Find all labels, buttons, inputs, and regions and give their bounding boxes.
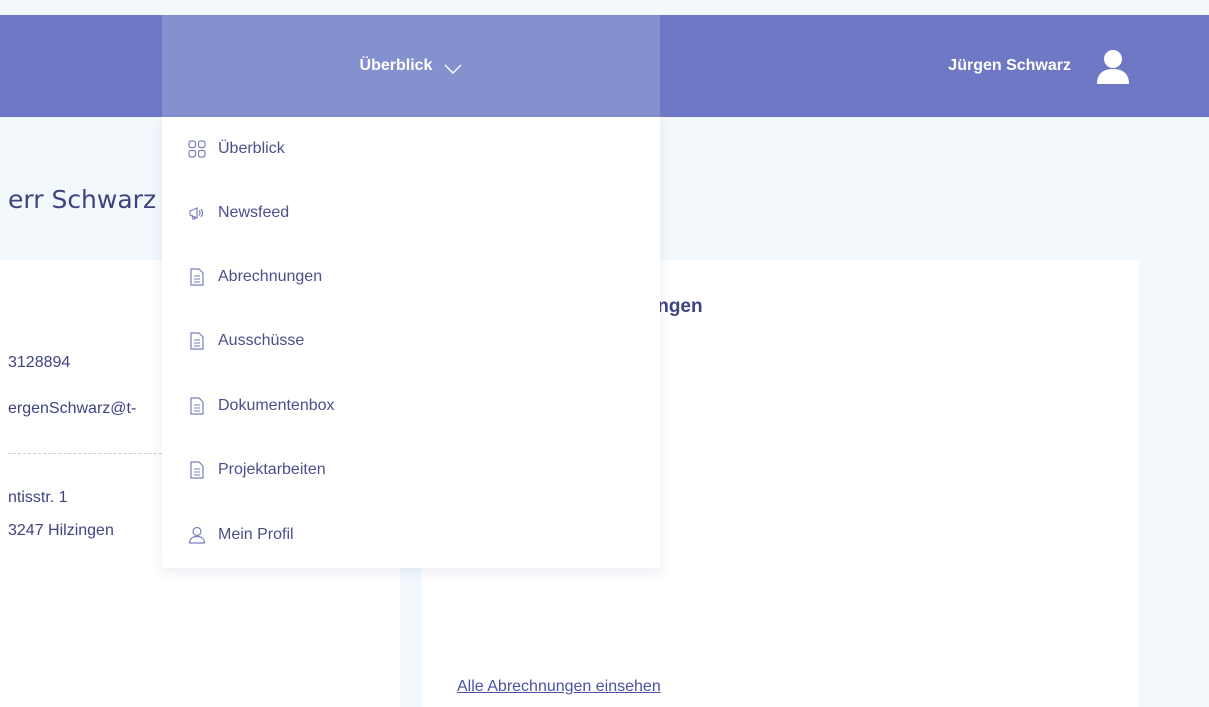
user-name: Jürgen Schwarz: [948, 57, 1071, 74]
document-icon: [188, 461, 206, 479]
menu-item-label: Dokumentenbox: [218, 397, 335, 414]
menu-item-label: Mein Profil: [218, 526, 294, 543]
overview-dropdown-button[interactable]: Überblick: [162, 15, 660, 117]
menu-item-label: Überblick: [218, 140, 285, 157]
menu-item-label: Projektarbeiten: [218, 461, 326, 478]
menu-item-label: Abrechnungen: [218, 268, 323, 285]
menu-item-newsfeed[interactable]: Newsfeed: [162, 188, 660, 238]
menu-item-project-work[interactable]: Projektarbeiten: [162, 445, 660, 495]
street-address: ntisstr. 1: [8, 489, 68, 506]
menu-item-my-profile[interactable]: Mein Profil: [162, 510, 660, 560]
chevron-down-icon: [444, 61, 462, 74]
user-menu[interactable]: Jürgen Schwarz: [948, 15, 1131, 117]
all-billings-link[interactable]: Alle Abrechnungen einsehen: [457, 678, 661, 696]
document-icon: [188, 397, 206, 415]
document-icon: [188, 268, 206, 286]
phone-number: 3128894: [8, 354, 71, 371]
menu-item-label: Newsfeed: [218, 204, 290, 221]
document-icon: [188, 332, 206, 350]
city-address: 3247 Hilzingen: [8, 522, 114, 539]
email-address: ergenSchwarz@t-: [8, 400, 137, 417]
page-greeting: err Schwarz: [8, 185, 157, 214]
menu-item-committees[interactable]: Ausschüsse: [162, 316, 660, 366]
grid-icon: [188, 140, 206, 158]
menu-item-label: Ausschüsse: [218, 332, 305, 349]
menu-item-billings[interactable]: Abrechnungen: [162, 252, 660, 302]
overview-dropdown-label: Überblick: [359, 57, 433, 74]
user-icon: [188, 526, 206, 544]
megaphone-icon: [188, 204, 206, 222]
menu-item-document-box[interactable]: Dokumentenbox: [162, 381, 660, 431]
overview-dropdown-menu: Überblick Newsfeed Abrechnungen Ausschüs…: [162, 117, 660, 568]
menu-item-overview[interactable]: Überblick: [162, 124, 660, 174]
user-avatar-icon[interactable]: [1095, 48, 1131, 84]
